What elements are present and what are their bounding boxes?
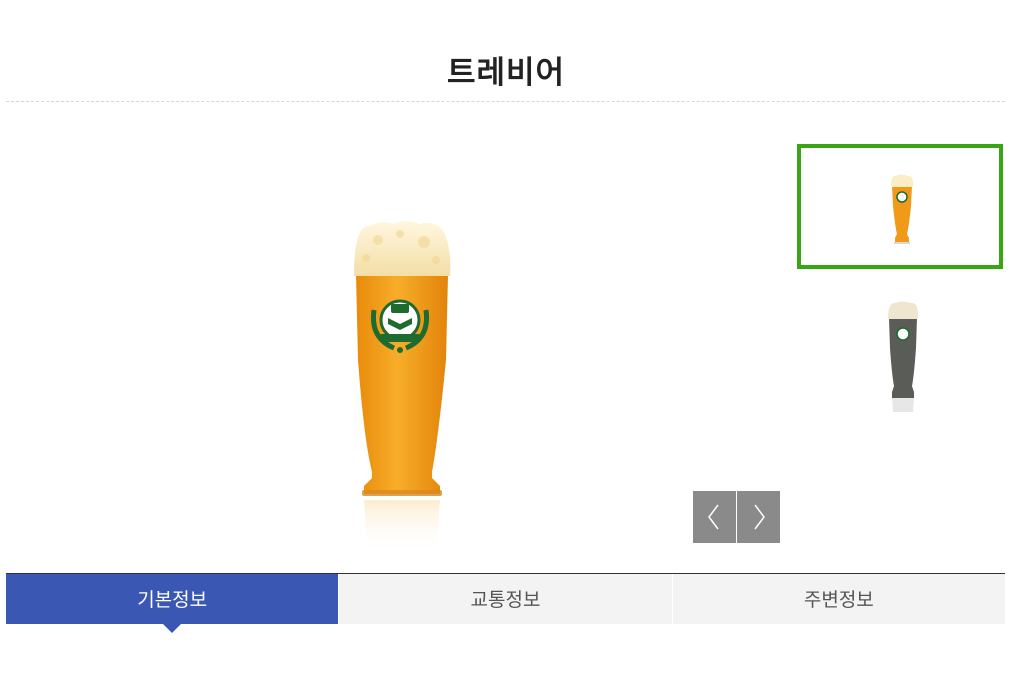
chevron-right-icon — [754, 504, 765, 530]
tab-label: 주변정보 — [803, 589, 874, 611]
wheat-beer-thumbnail-icon — [891, 174, 914, 244]
dark-beer-thumbnail-icon — [888, 301, 919, 412]
main-beer-image — [340, 210, 460, 560]
tab-label: 교통정보 — [470, 589, 541, 611]
page: 트레비어 기본정보 교통정보 주변정보 — [0, 0, 1019, 678]
tab-nearby-info[interactable]: 주변정보 — [671, 574, 1005, 624]
title-divider — [6, 101, 1005, 102]
active-tab-pointer — [163, 624, 182, 633]
next-button[interactable] — [737, 491, 780, 543]
tab-label: 기본정보 — [137, 589, 208, 611]
chevron-left-icon — [708, 504, 719, 530]
page-title: 트레비어 — [446, 55, 566, 91]
thumbnail-wheat-beer[interactable] — [797, 144, 1003, 269]
info-tabs: 기본정보 교통정보 주변정보 — [6, 573, 1005, 633]
tab-basic-info[interactable]: 기본정보 — [6, 574, 339, 633]
prev-button[interactable] — [693, 491, 736, 543]
thumbnail-dark-beer[interactable] — [797, 288, 1003, 413]
tab-transport-info[interactable]: 교통정보 — [338, 574, 672, 624]
